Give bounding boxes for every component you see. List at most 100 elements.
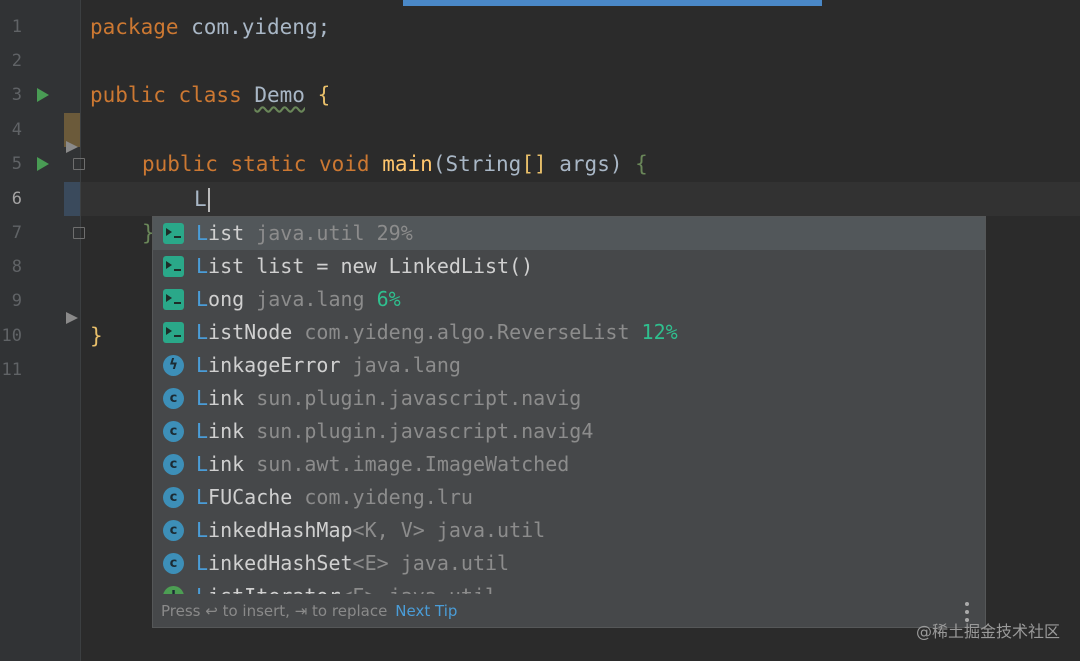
keyword: public class [90, 83, 242, 107]
completion-item[interactable]: ϟ LinkageError java.lang [153, 349, 985, 382]
item-name: ink [208, 419, 245, 443]
item-percentage: 6% [364, 287, 401, 311]
keyword: public static void [142, 152, 370, 176]
completion-popup[interactable]: List java.util 29% List list = new Linke… [152, 216, 986, 628]
item-package: java.util [377, 584, 497, 594]
item-percentage: 12% [629, 320, 678, 344]
item-type-params: <E> [341, 584, 377, 594]
change-marker-current [64, 182, 80, 216]
fold-icon[interactable] [73, 158, 85, 170]
fold-arrow-icon[interactable] [66, 312, 78, 324]
run-class-icon[interactable] [37, 88, 49, 102]
completion-item[interactable]: c LinkedHashMap<K, V> java.util [153, 514, 985, 547]
match-highlight: L [196, 452, 209, 476]
item-package: sun.plugin.javascript.navig4 [244, 419, 594, 443]
class-icon: c [163, 388, 184, 409]
item-package: java.util [388, 551, 510, 575]
match-highlight: L [196, 518, 209, 542]
exception-class-icon: ϟ [163, 355, 184, 376]
class-icon: c [163, 421, 184, 442]
completion-item-selected[interactable]: List java.util 29% [153, 217, 985, 250]
line-number: 7 [11, 223, 22, 243]
line-number: 11 [1, 360, 22, 380]
completion-list[interactable]: List java.util 29% List list = new Linke… [153, 217, 985, 594]
template-icon [163, 223, 184, 244]
class-icon: c [163, 487, 184, 508]
completion-item[interactable]: ListNode com.yideng.algo.ReverseList 12% [153, 316, 985, 349]
line-number: 9 [11, 291, 22, 311]
completion-item[interactable]: c Link sun.plugin.javascript.navig [153, 382, 985, 415]
interface-icon: I [163, 586, 184, 594]
item-package: com.yideng.lru [292, 485, 473, 509]
line-number: 10 [1, 326, 22, 346]
item-name: ong [208, 287, 245, 311]
completion-footer: Press ↩ to insert, ⇥ to replace Next Tip [153, 594, 985, 627]
active-tab-indicator [403, 0, 822, 6]
match-highlight: L [196, 221, 209, 245]
brackets: [] [521, 152, 547, 176]
paren: ) [609, 152, 623, 176]
line-number-current: 6 [11, 189, 22, 209]
match-highlight: L [196, 320, 209, 344]
item-package: com.yideng.algo.ReverseList [292, 320, 630, 344]
item-package: java.lang [340, 353, 461, 377]
run-main-icon[interactable] [37, 157, 49, 171]
keyword: package [90, 15, 179, 39]
line-number: 4 [11, 120, 22, 140]
item-name: ist [208, 221, 245, 245]
item-name: inkedHashMap [208, 518, 353, 542]
watermark: @稀土掘金技术社区 [915, 622, 1060, 641]
param-type: String [445, 152, 522, 176]
match-highlight: L [196, 254, 209, 278]
brace: { [317, 83, 331, 107]
fold-arrow-icon[interactable] [66, 141, 78, 153]
code-line-10[interactable]: } [90, 319, 103, 353]
item-name: inkedHashSet [208, 551, 353, 575]
current-line-highlight [81, 182, 1080, 216]
match-highlight: L [196, 419, 209, 443]
item-type-params: <K, V> [352, 518, 425, 542]
template-icon [163, 256, 184, 277]
completion-item[interactable]: Long java.lang 6% [153, 283, 985, 316]
completion-item[interactable]: c LinkedHashSet<E> java.util [153, 547, 985, 580]
completion-item[interactable]: List list = new LinkedList() [153, 250, 985, 283]
completion-item[interactable]: c Link sun.plugin.javascript.navig4 [153, 415, 985, 448]
item-name: ist list = new LinkedList() [208, 254, 534, 278]
completion-item[interactable]: c LFUCache com.yideng.lru [153, 481, 985, 514]
line-number: 2 [11, 51, 22, 71]
line-number: 5 [11, 154, 22, 174]
next-tip-link[interactable]: Next Tip [395, 602, 457, 620]
package-name: com.yideng; [178, 15, 331, 39]
match-highlight: L [196, 551, 209, 575]
match-highlight: L [196, 353, 209, 377]
completion-item-partial[interactable]: I ListIterator<E> java.util [153, 580, 985, 594]
method-name: main [382, 152, 433, 176]
template-icon [163, 289, 184, 310]
code-line-5[interactable]: public static void main(String[] args) { [142, 147, 648, 181]
match-highlight: L [196, 287, 209, 311]
paren: ( [432, 152, 446, 176]
line-number: 3 [11, 85, 22, 105]
item-package: java.util [424, 518, 546, 542]
item-name: inkageError [208, 353, 341, 377]
brace: { [635, 152, 648, 176]
item-package: sun.awt.image.ImageWatched [244, 452, 570, 476]
typed-text: L [194, 187, 207, 211]
code-line-1[interactable]: package com.yideng; [90, 10, 330, 44]
class-name: Demo [254, 83, 305, 107]
code-line-6[interactable]: L [194, 182, 210, 216]
item-package: sun.plugin.javascript.navig [244, 386, 582, 410]
brace: } [90, 324, 103, 348]
line-number: 1 [11, 17, 22, 37]
match-highlight: L [196, 485, 209, 509]
param-name: args [546, 152, 610, 176]
item-package: java.util 29% [244, 221, 413, 245]
item-name: istIterator [208, 584, 340, 594]
class-icon: c [163, 520, 184, 541]
fold-icon[interactable] [73, 227, 85, 239]
item-name: istNode [208, 320, 293, 344]
match-highlight: L [196, 386, 209, 410]
code-line-3[interactable]: public class Demo { [90, 78, 330, 112]
completion-item[interactable]: c Link sun.awt.image.ImageWatched [153, 448, 985, 481]
item-type-params: <E> [352, 551, 389, 575]
